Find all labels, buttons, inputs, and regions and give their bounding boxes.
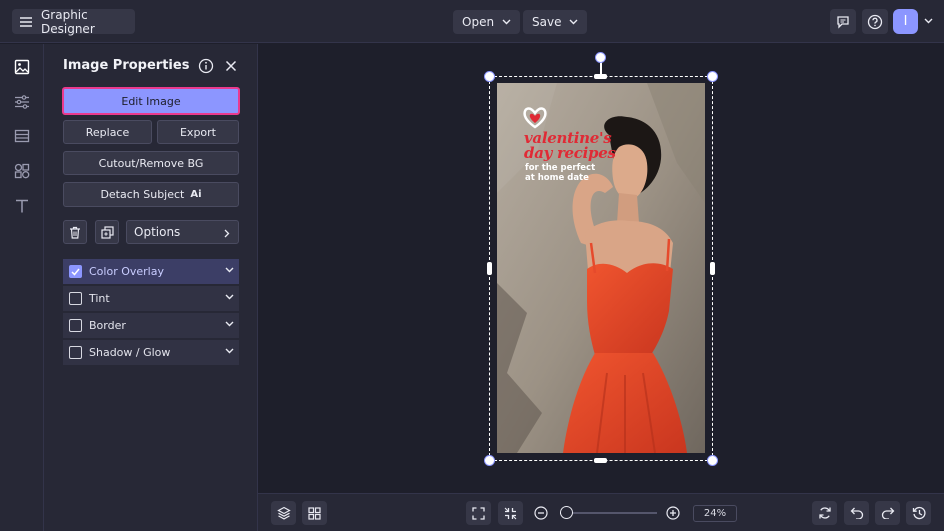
info-icon[interactable] bbox=[198, 58, 214, 74]
close-icon[interactable] bbox=[225, 60, 237, 72]
comments-button[interactable] bbox=[830, 9, 856, 34]
account-chevron-icon[interactable] bbox=[924, 18, 933, 24]
rail-item-graphics[interactable] bbox=[11, 160, 33, 182]
layers-button[interactable] bbox=[271, 501, 296, 525]
options-label: Options bbox=[134, 225, 181, 239]
redo-button[interactable] bbox=[875, 501, 900, 525]
sliders-icon bbox=[14, 95, 30, 109]
comment-icon bbox=[836, 15, 850, 29]
resize-handle-left[interactable] bbox=[487, 262, 492, 275]
duplicate-icon bbox=[100, 225, 114, 239]
save-label: Save bbox=[532, 15, 562, 29]
ai-badge: Ai bbox=[190, 189, 202, 200]
open-label: Open bbox=[462, 15, 495, 29]
resize-handle-top-left[interactable] bbox=[484, 71, 495, 82]
selection-frame[interactable] bbox=[489, 76, 713, 461]
delete-button[interactable] bbox=[63, 220, 87, 244]
replace-image-button[interactable] bbox=[812, 501, 837, 525]
edit-image-button[interactable]: Edit Image bbox=[62, 87, 240, 115]
shadow-glow-checkbox[interactable] bbox=[69, 346, 82, 359]
refresh-icon bbox=[818, 506, 832, 520]
cutout-remove-bg-button[interactable]: Cutout/Remove BG bbox=[63, 151, 239, 175]
history-icon bbox=[912, 506, 926, 520]
zoom-slider-track[interactable] bbox=[560, 512, 657, 514]
collapse-icon bbox=[504, 507, 517, 520]
accordion-label: Tint bbox=[89, 292, 110, 305]
grid-icon bbox=[308, 506, 321, 520]
image-properties-panel: Image Properties Edit Image Replace Expo… bbox=[44, 44, 258, 531]
rail-item-text[interactable] bbox=[11, 195, 33, 217]
resize-handle-bottom[interactable] bbox=[594, 458, 607, 463]
bottom-toolbar: 24% bbox=[258, 493, 944, 531]
rail-item-adjustments[interactable] bbox=[11, 91, 33, 113]
undo-button[interactable] bbox=[844, 501, 869, 525]
top-bar: Graphic Designer Open Save I bbox=[0, 0, 944, 43]
accordion-label: Color Overlay bbox=[89, 265, 164, 278]
hamburger-icon bbox=[19, 16, 33, 28]
duplicate-button[interactable] bbox=[95, 220, 119, 244]
accordion-tint[interactable]: Tint bbox=[63, 286, 239, 311]
accordion-color-overlay[interactable]: Color Overlay bbox=[63, 259, 239, 284]
help-button[interactable] bbox=[862, 9, 888, 34]
layers-icon bbox=[276, 506, 291, 520]
redo-icon bbox=[881, 507, 895, 519]
accordion-shadow-glow[interactable]: Shadow / Glow bbox=[63, 340, 239, 365]
panel-title: Image Properties bbox=[63, 58, 190, 73]
resize-handle-right[interactable] bbox=[710, 262, 715, 275]
rail-item-layouts[interactable] bbox=[11, 125, 33, 147]
expand-icon bbox=[472, 506, 485, 520]
tint-checkbox[interactable] bbox=[69, 292, 82, 305]
shapes-icon bbox=[14, 163, 30, 179]
image-icon bbox=[14, 59, 30, 75]
resize-handle-bottom-left[interactable] bbox=[484, 455, 495, 466]
chevron-down-icon bbox=[225, 321, 234, 327]
options-button[interactable]: Options bbox=[126, 220, 239, 244]
chevron-down-icon bbox=[225, 348, 234, 354]
detach-subject-button[interactable]: Detach Subject Ai bbox=[63, 182, 239, 207]
accordion-label: Shadow / Glow bbox=[89, 346, 171, 359]
text-icon bbox=[14, 198, 30, 214]
fit-screen-button[interactable] bbox=[466, 501, 491, 525]
chevron-down-icon bbox=[569, 19, 578, 25]
history-button[interactable] bbox=[906, 501, 931, 525]
trash-icon bbox=[69, 226, 81, 239]
grid-view-button[interactable] bbox=[302, 501, 327, 525]
layout-icon bbox=[14, 129, 30, 143]
replace-button[interactable]: Replace bbox=[63, 120, 152, 144]
zoom-slider-thumb[interactable] bbox=[559, 506, 573, 519]
open-dropdown[interactable]: Open bbox=[453, 10, 521, 34]
border-checkbox[interactable] bbox=[69, 319, 82, 332]
chevron-right-icon bbox=[224, 229, 230, 238]
chevron-down-icon bbox=[225, 267, 234, 273]
resize-handle-top-right[interactable] bbox=[707, 71, 718, 82]
export-button[interactable]: Export bbox=[157, 120, 239, 144]
resize-handle-bottom-right[interactable] bbox=[707, 455, 718, 466]
zoom-percentage[interactable]: 24% bbox=[693, 505, 737, 522]
undo-icon bbox=[850, 507, 864, 519]
chevron-down-icon bbox=[225, 294, 234, 300]
zoom-out-icon[interactable] bbox=[534, 506, 548, 520]
save-dropdown[interactable]: Save bbox=[523, 10, 588, 34]
rail-item-image[interactable] bbox=[11, 56, 33, 78]
resize-handle-top[interactable] bbox=[594, 74, 607, 79]
accordion-border[interactable]: Border bbox=[63, 313, 239, 338]
avatar[interactable]: I bbox=[893, 9, 918, 34]
zoom-in-icon[interactable] bbox=[666, 506, 680, 520]
shrink-view-button[interactable] bbox=[498, 501, 523, 525]
color-overlay-checkbox[interactable] bbox=[69, 265, 82, 278]
chevron-down-icon bbox=[502, 19, 511, 25]
app-menu-button[interactable]: Graphic Designer bbox=[12, 7, 135, 36]
rotate-handle[interactable] bbox=[595, 52, 606, 63]
help-icon bbox=[867, 14, 883, 30]
app-name: Graphic Designer bbox=[41, 7, 95, 36]
detach-subject-label: Detach Subject bbox=[100, 188, 185, 201]
accordion-label: Border bbox=[89, 319, 126, 332]
tool-rail bbox=[0, 44, 44, 531]
